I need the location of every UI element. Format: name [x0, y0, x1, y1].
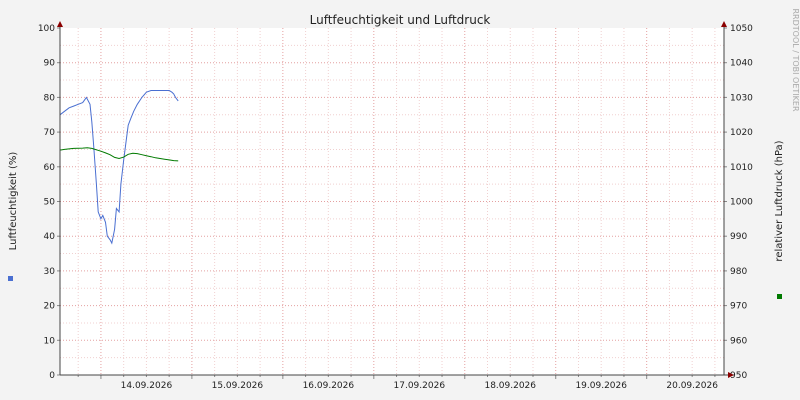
- y-tick-label-left: 90: [44, 59, 56, 69]
- y-tick-label-left: 20: [44, 302, 56, 312]
- y-tick-label-left: 60: [44, 163, 56, 173]
- y-tick-label-right: 1010: [730, 163, 753, 173]
- y-tick-label-right: 970: [730, 302, 747, 312]
- chart: 0 10 20 30 40 50 60 70 80 90 100 950 960 970 980 990 100…: [0, 0, 800, 400]
- y-tick-label-right: 1030: [730, 93, 753, 103]
- legend-swatch-pressure: [777, 294, 782, 299]
- x-tick-label: 20.09.2026: [666, 381, 718, 391]
- y-axis-left-label: Luftfeuchtigkeit (%): [8, 152, 19, 251]
- y-axis-right-label: relativer Luftdruck (hPa): [774, 140, 785, 261]
- y-tick-label-left: 50: [44, 198, 56, 208]
- y-tick-label-right: 960: [730, 336, 747, 346]
- y-tick-label-right: 1050: [730, 24, 753, 34]
- y-tick-label-left: 0: [49, 371, 55, 381]
- x-tick-label: 15.09.2026: [212, 381, 264, 391]
- y-tick-label-right: 990: [730, 232, 747, 242]
- y-tick-label-right: 1040: [730, 59, 753, 69]
- y-tick-label-left: 30: [44, 267, 56, 277]
- y-tick-label-right: 1000: [730, 198, 753, 208]
- y-tick-label-left: 40: [44, 232, 56, 242]
- x-tick-label: 19.09.2026: [575, 381, 627, 391]
- x-tick-label: 18.09.2026: [484, 381, 536, 391]
- y-tick-label-left: 100: [38, 24, 55, 34]
- y-tick-label-left: 80: [44, 93, 56, 103]
- y-tick-label-left: 10: [44, 336, 56, 346]
- x-tick-label: 17.09.2026: [394, 381, 446, 391]
- x-tick-label: 16.09.2026: [303, 381, 355, 391]
- y-tick-label-left: 70: [44, 128, 56, 138]
- y-tick-label-right: 950: [730, 371, 747, 381]
- y-tick-label-right: 1020: [730, 128, 753, 138]
- chart-svg: 0102030405060708090100950960970980990100…: [0, 0, 800, 400]
- chart-title: Luftfeuchtigkeit und Luftdruck: [310, 13, 491, 27]
- x-tick-label: 14.09.2026: [121, 381, 173, 391]
- legend-swatch-humidity: [8, 276, 13, 281]
- y-tick-label-right: 980: [730, 267, 747, 277]
- watermark: RRDTOOL / TOBI OETIKER: [791, 8, 800, 111]
